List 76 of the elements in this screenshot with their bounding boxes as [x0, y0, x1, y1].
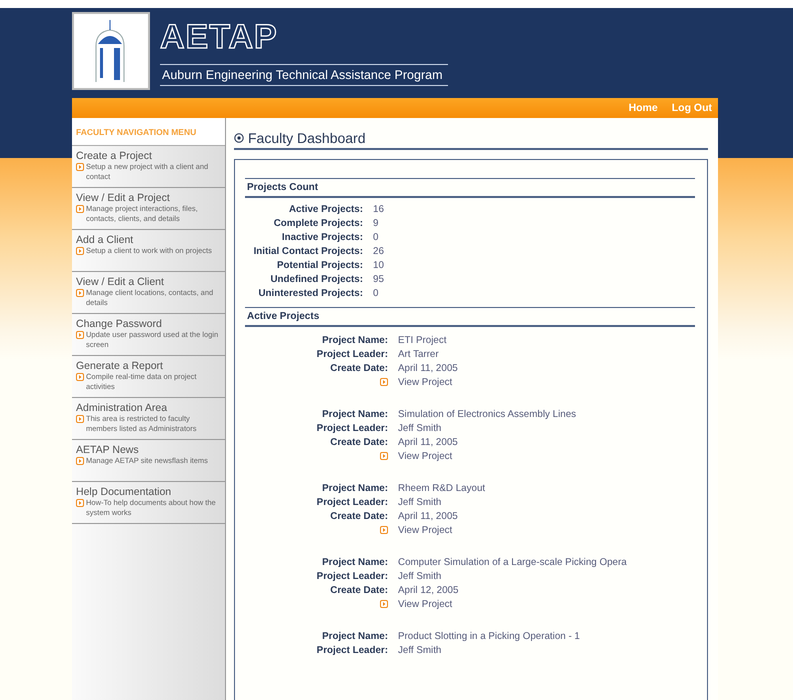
field-value: Jeff Smith [398, 645, 442, 656]
field-value: April 11, 2005 [398, 511, 459, 522]
field-value: April 11, 2005 [398, 363, 459, 374]
field-value: Simulation of Electronics Assembly Lines [398, 409, 578, 420]
field-label: Project Leader: [316, 497, 388, 508]
arrow-icon [380, 378, 388, 386]
field-value: Product Slotting in a Picking Operation - 1 [398, 631, 581, 642]
arrow-icon [76, 373, 84, 381]
arrow-icon [76, 289, 84, 297]
section-heading: Projects Count [245, 178, 695, 198]
view-project-link[interactable]: View Project [398, 525, 695, 536]
count-label: Active Projects: [288, 204, 363, 215]
count-value: 0 [373, 232, 380, 243]
field-value: April 11, 2005 [398, 437, 459, 448]
section-heading: Active Projects [245, 307, 695, 327]
item-title: Change Password [76, 318, 163, 330]
field-value: Jeff Smith [398, 497, 442, 508]
item-title: Help Documentation [76, 486, 172, 498]
count-value: 9 [373, 218, 380, 229]
field-label: Project Leader: [316, 423, 388, 434]
view-project-link[interactable]: View Project [398, 377, 695, 388]
arrow-icon [76, 415, 84, 423]
arrow-icon [76, 247, 84, 255]
count-value: 10 [373, 260, 385, 271]
field-value: April 12, 2005 [398, 585, 460, 596]
item-title: Add a Client [76, 234, 134, 246]
field-label: Project Name: [321, 409, 388, 420]
count-label: Initial Contact Projects: [252, 246, 363, 257]
site-subtitle: Auburn Engineering Technical Assistance Program [160, 64, 448, 86]
item-title: Create a Project [76, 150, 153, 162]
arrow-icon [380, 526, 388, 534]
arrow-icon [76, 163, 84, 171]
item-title: Generate a Report [76, 360, 164, 372]
field-label: Project Name: [321, 631, 388, 642]
field-value: Art Tarrer [398, 349, 440, 360]
count-label: Undefined Projects: [269, 274, 363, 285]
count-label: Uninterested Projects: [257, 288, 363, 299]
site-title: AETAP [160, 18, 279, 56]
count-value: 95 [373, 274, 385, 285]
page-title: Faculty Dashboard [248, 130, 366, 146]
field-label: Create Date: [329, 511, 388, 522]
circle-dot-icon [234, 133, 244, 143]
item-title: Administration Area [76, 402, 168, 414]
sidebar-heading: FACULTY NAVIGATION MENU [72, 118, 225, 146]
field-value: Jeff Smith [398, 423, 442, 434]
field-label: Project Leader: [316, 645, 388, 656]
count-label: Inactive Projects: [280, 232, 363, 243]
field-label: Project Leader: [316, 571, 388, 582]
field-label: Project Name: [321, 557, 388, 568]
field-label: Project Name: [321, 335, 388, 346]
arrow-icon [76, 499, 84, 507]
field-label: Create Date: [329, 363, 388, 374]
item-title: AETAP News [76, 444, 140, 456]
field-value: Jeff Smith [398, 571, 442, 582]
logo-icon [72, 12, 150, 90]
count-label: Potential Projects: [276, 260, 363, 271]
item-title: View / Edit a Client [76, 276, 165, 288]
count-label: Complete Projects: [272, 218, 363, 229]
item-title: View / Edit a Project [76, 192, 171, 204]
field-value: Rheem R&D Layout [398, 483, 486, 494]
arrow-icon [76, 457, 84, 465]
field-label: Project Name: [321, 483, 388, 494]
count-value: 26 [373, 246, 385, 257]
field-label: Project Leader: [316, 349, 388, 360]
arrow-icon [76, 205, 84, 213]
field-value: ETI Project [398, 335, 448, 346]
arrow-icon [76, 331, 84, 339]
count-value: 0 [373, 288, 380, 299]
view-project-link[interactable]: View Project [398, 599, 695, 610]
arrow-icon [380, 452, 388, 460]
field-label: Create Date: [329, 585, 388, 596]
field-label: Create Date: [329, 437, 388, 448]
count-value: 16 [373, 204, 385, 215]
field-value: Computer Simulation of a Large-scale Picking Opera [398, 557, 628, 568]
view-project-link[interactable]: View Project [398, 451, 695, 462]
arrow-icon [380, 600, 388, 608]
